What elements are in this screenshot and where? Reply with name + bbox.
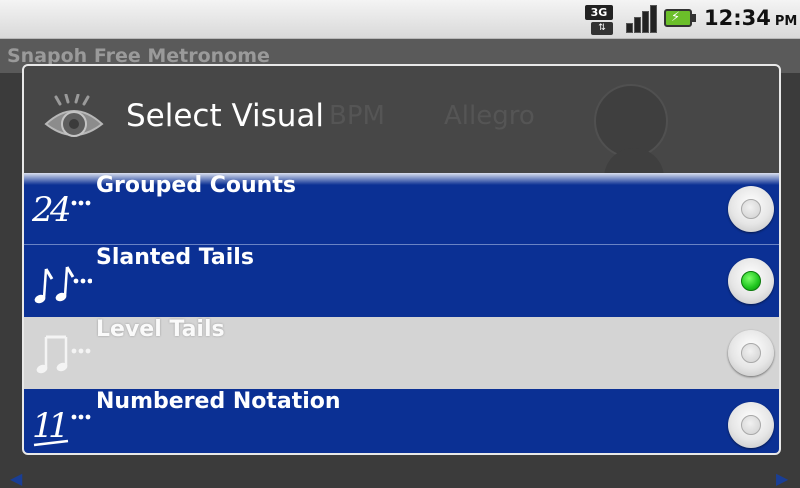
network-3g-icon: 3G ⇅ [585,5,619,35]
background-bpm-label: BPM [329,101,385,131]
slanted-tails-icon [34,266,92,304]
network-type: 3G [585,5,613,20]
option-label: Level Tails [96,317,225,342]
data-activity-icon: ⇅ [591,22,613,35]
radio-button[interactable] [728,186,774,232]
grouped-counts-icon: 2 4 [31,190,91,230]
radio-button[interactable] [728,402,774,448]
radio-button[interactable] [728,330,774,376]
dialog-title: Select Visual [126,98,325,134]
battery-charging-icon: ⚡ [664,9,698,29]
eye-icon [44,94,104,137]
numbered-notation-icon: 1 1 [32,406,91,447]
status-bar: 3G ⇅ ⚡ 12:34 PM [0,0,800,39]
level-tails-icon [36,335,91,374]
option-level-tails[interactable]: Level Tails [24,317,779,389]
select-visual-dialog: BPM Allegro Select Visual 2 4 Grouped Co… [22,64,781,455]
option-label: Numbered Notation [96,389,341,414]
clock-ampm: PM [774,14,798,29]
clock: 12:34 PM [704,6,797,34]
svg-text:4: 4 [49,190,72,230]
option-slanted-tails[interactable]: Slanted Tails [24,245,779,317]
option-grouped-counts[interactable]: 2 4 Grouped Counts [24,173,779,245]
option-numbered-notation[interactable]: 1 1 Numbered Notation [24,389,779,453]
clock-time: 12:34 [704,6,771,30]
left-arrow-icon: ◀ [10,469,23,488]
right-arrow-icon: ▶ [776,469,789,488]
option-label: Slanted Tails [96,245,254,270]
option-label: Grouped Counts [96,173,296,198]
signal-strength-icon [624,5,658,33]
radio-button-checked[interactable] [728,258,774,304]
background-knob [594,84,668,158]
background-tempo-name: Allegro [444,101,535,131]
dialog-header: BPM Allegro Select Visual [24,66,779,178]
